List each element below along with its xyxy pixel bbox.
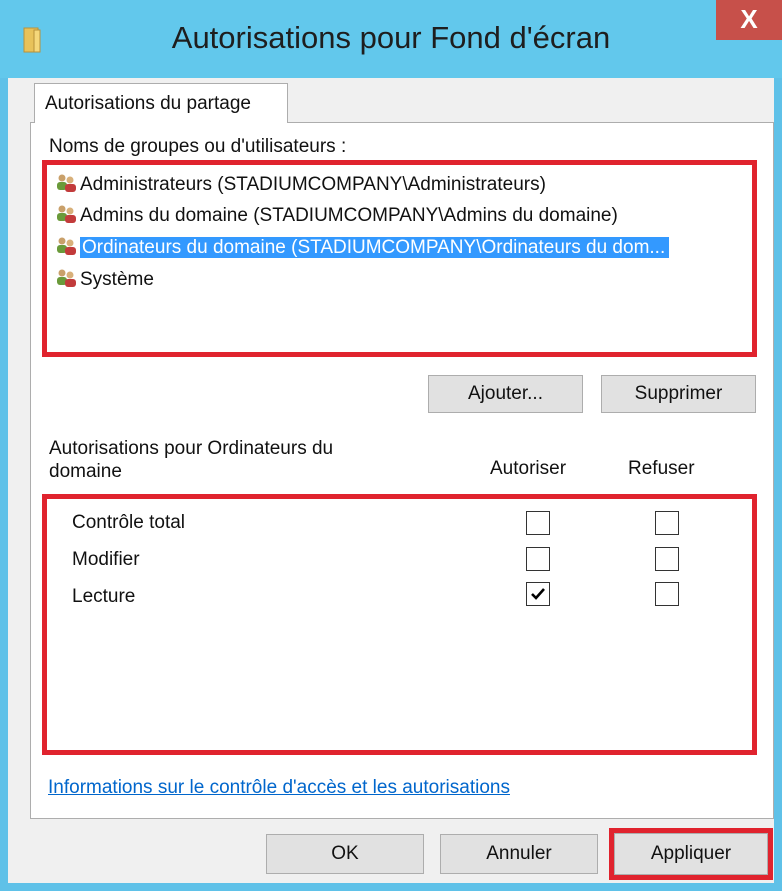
dialog-window: Autorisations pour Fond d'écran X Autori… [0,0,782,891]
permission-row-read-label: Lecture [72,586,136,607]
list-item-label: Système [80,269,154,290]
full-control-allow-checkbox[interactable] [526,511,550,535]
column-header-allow: Autoriser [490,458,567,479]
window-title: Autorisations pour Fond d'écran [171,20,611,55]
list-item-systeme[interactable]: Système [55,267,154,293]
close-button[interactable]: X [716,0,782,40]
users-icon [57,174,76,192]
users-icon [57,205,76,223]
list-item-label: Ordinateurs du domaine (STADIUMCOMPANY\O… [80,237,670,258]
ok-button[interactable]: OK [266,834,424,874]
list-item-administrateurs[interactable]: Administrateurs (STADIUMCOMPANY\Administ… [55,172,546,198]
modify-allow-checkbox[interactable] [526,547,550,571]
list-item-admins-du-domaine[interactable]: Admins du domaine (STADIUMCOMPANY\Admins… [55,203,618,229]
permission-row-full-control-label: Contrôle total [72,512,186,533]
modify-deny-checkbox[interactable] [655,547,679,571]
permissions-heading-line1: Autorisations pour Ordinateurs du [49,438,334,459]
remove-button[interactable]: Supprimer [601,375,756,413]
users-icon [57,237,76,255]
permissions-heading-line2: domaine [49,461,122,482]
list-item-label: Administrateurs (STADIUMCOMPANY\Administ… [80,174,546,195]
groups-label: Noms de groupes ou d'utilisateurs : [49,136,347,157]
list-item-ordinateurs-du-domaine[interactable]: Ordinateurs du domaine (STADIUMCOMPANY\O… [55,235,670,261]
cancel-button[interactable]: Annuler [440,834,598,874]
users-icon [57,269,76,287]
access-control-info-link[interactable]: Informations sur le contrôle d'accès et … [48,777,510,799]
permission-row-modify-label: Modifier [72,549,140,570]
title-bar: Autorisations pour Fond d'écran X [0,0,782,78]
tab-share-permissions[interactable]: Autorisations du partage [34,83,288,123]
add-button[interactable]: Ajouter... [428,375,583,413]
read-deny-checkbox[interactable] [655,582,679,606]
read-allow-checkbox[interactable] [526,582,550,606]
checkmark-icon [531,588,545,600]
column-header-deny: Refuser [628,458,695,479]
folder-icon [23,27,41,53]
apply-button[interactable]: Appliquer [614,833,768,875]
full-control-deny-checkbox[interactable] [655,511,679,535]
list-item-label: Admins du domaine (STADIUMCOMPANY\Admins… [80,205,618,226]
